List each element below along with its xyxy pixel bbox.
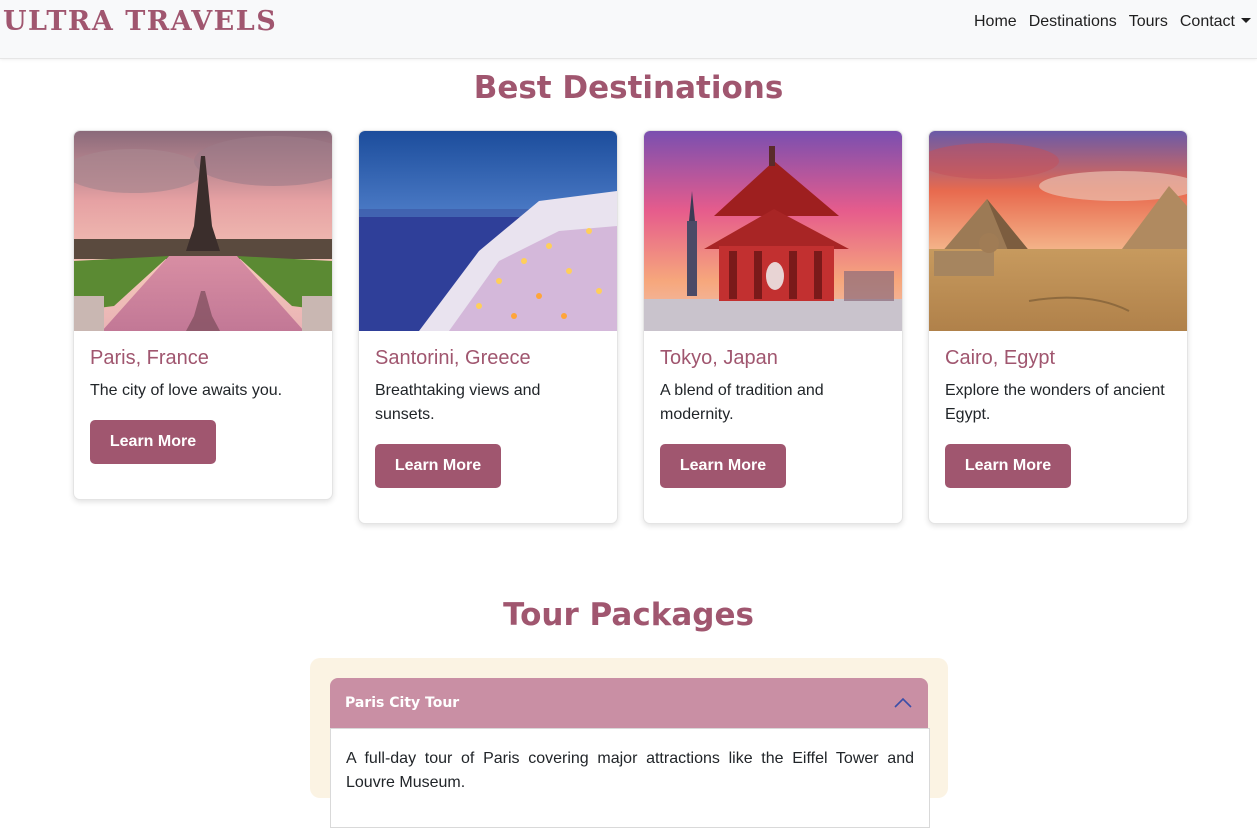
card-text: A blend of tradition and modernity. (660, 382, 824, 423)
nav-link-tours[interactable]: Tours (1129, 13, 1168, 31)
santorini-village-image (359, 131, 617, 331)
card-title: Santorini, Greece (375, 347, 531, 369)
destination-card-tokyo: Tokyo, Japan A blend of tradition and mo… (643, 130, 903, 524)
caret-down-icon (1241, 18, 1251, 23)
destinations-title: Best Destinations (473, 70, 784, 106)
destination-card-cairo: Cairo, Egypt Explore the wonders of anci… (928, 130, 1188, 524)
card-text: Breathtaking views and sunsets. (375, 382, 541, 423)
navbar: ULTRA TRAVELS Home Destinations Tours Co… (0, 0, 1257, 59)
learn-more-button[interactable]: Learn More (945, 444, 1071, 488)
card-title: Cairo, Egypt (945, 347, 1056, 369)
nav-link-contact-label: Contact (1179, 13, 1235, 30)
brand-logo[interactable]: ULTRA TRAVELS (3, 6, 277, 37)
tokyo-temple-image (644, 131, 902, 331)
destination-card-paris: Paris, France The city of love awaits yo… (73, 130, 333, 500)
card-text: Explore the wonders of ancient Egypt. (945, 382, 1165, 423)
accordion-title: Paris City Tour (345, 695, 460, 711)
nav-link-destinations[interactable]: Destinations (1029, 13, 1117, 31)
tours-title: Tour Packages (503, 597, 754, 633)
nav-link-contact[interactable]: Contact (1180, 13, 1251, 31)
chevron-up-icon (894, 696, 912, 714)
eiffel-tower-image (74, 131, 332, 331)
accordion-header-paris-city-tour[interactable]: Paris City Tour (330, 678, 928, 728)
accordion-body: A full-day tour of Paris covering major … (330, 728, 930, 828)
tour-packages-panel: Paris City Tour A full-day tour of Paris… (310, 658, 948, 828)
nav-link-home[interactable]: Home (974, 13, 1017, 31)
destination-card-santorini: Santorini, Greece Breathtaking views and… (358, 130, 618, 524)
card-text: The city of love awaits you. (90, 382, 283, 399)
pyramids-image (929, 131, 1187, 331)
card-title: Tokyo, Japan (660, 347, 778, 369)
nav-links: Home Destinations Tours Contact (962, 13, 1251, 31)
learn-more-button[interactable]: Learn More (660, 444, 786, 488)
card-title: Paris, France (90, 347, 209, 369)
learn-more-button[interactable]: Learn More (90, 420, 216, 464)
learn-more-button[interactable]: Learn More (375, 444, 501, 488)
